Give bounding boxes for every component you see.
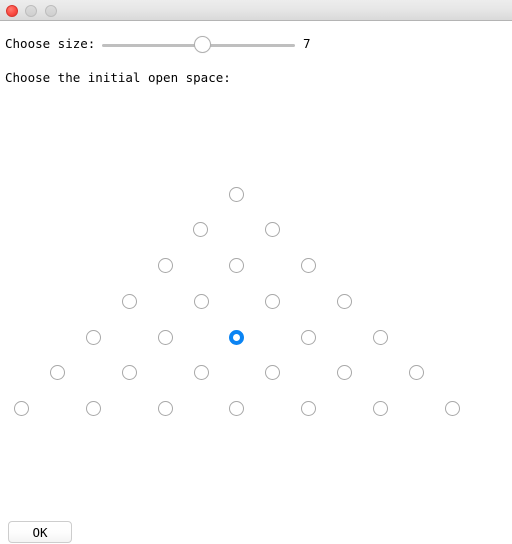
- peg-hole[interactable]: [157, 329, 173, 345]
- peg-hole[interactable]: [228, 186, 244, 202]
- peg-hole[interactable]: [228, 400, 244, 416]
- peg-hole[interactable]: [193, 364, 209, 380]
- peg-hole[interactable]: [444, 400, 460, 416]
- peg-hole[interactable]: [264, 293, 280, 309]
- peg-hole[interactable]: [300, 257, 316, 273]
- peg-hole[interactable]: [300, 400, 316, 416]
- peg-hole[interactable]: [157, 400, 173, 416]
- peg-hole[interactable]: [372, 400, 388, 416]
- peg-hole[interactable]: [408, 364, 424, 380]
- peg-hole[interactable]: [264, 364, 280, 380]
- close-window-button[interactable]: [6, 5, 18, 17]
- peg-hole[interactable]: [121, 364, 137, 380]
- minimize-window-button[interactable]: [25, 5, 37, 17]
- window-titlebar: [0, 0, 512, 21]
- peg-hole[interactable]: [336, 293, 352, 309]
- peg-hole-selected[interactable]: [228, 329, 244, 345]
- peg-hole[interactable]: [121, 293, 137, 309]
- maximize-window-button[interactable]: [45, 5, 57, 17]
- peg-hole[interactable]: [49, 364, 65, 380]
- peg-hole[interactable]: [85, 329, 101, 345]
- peg-hole[interactable]: [13, 400, 29, 416]
- peg-hole[interactable]: [336, 364, 352, 380]
- dialog-content: Choose size: 7 Choose the initial open s…: [0, 21, 512, 544]
- peg-hole[interactable]: [300, 329, 316, 345]
- peg-hole[interactable]: [228, 257, 244, 273]
- peg-hole[interactable]: [264, 221, 280, 237]
- ok-button[interactable]: OK: [8, 521, 72, 543]
- peg-hole[interactable]: [157, 257, 173, 273]
- peg-hole[interactable]: [85, 400, 101, 416]
- peg-hole[interactable]: [192, 221, 208, 237]
- peg-hole[interactable]: [193, 293, 209, 309]
- peg-hole[interactable]: [372, 329, 388, 345]
- peg-board[interactable]: [0, 21, 512, 544]
